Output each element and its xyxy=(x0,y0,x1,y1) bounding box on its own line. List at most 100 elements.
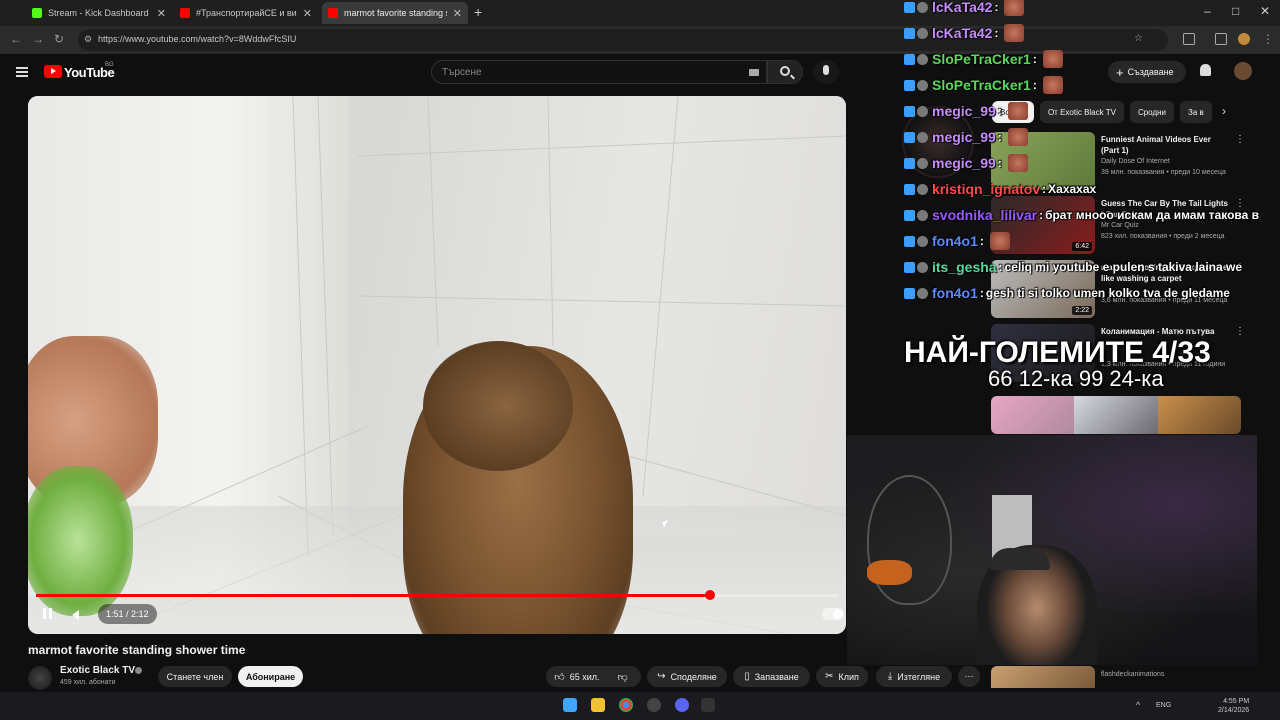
chat-message: lcKaTa42: xyxy=(904,0,1025,20)
video-thumbnail[interactable] xyxy=(991,666,1095,688)
subscriber-badge-icon xyxy=(904,287,915,299)
user-badge-icon xyxy=(917,157,928,169)
chat-emote-icon xyxy=(1042,50,1063,68)
chat-text: брат мнооо искам да имам такова в xyxy=(1045,208,1260,222)
channel-name[interactable]: Exotic Black TV xyxy=(60,665,135,676)
volume-icon[interactable] xyxy=(70,607,86,623)
keyboard-icon[interactable] xyxy=(749,69,759,76)
hamburger-menu-icon[interactable] xyxy=(16,67,28,77)
pause-icon[interactable] xyxy=(40,606,54,622)
youtube-logo-icon[interactable] xyxy=(44,65,62,78)
webcam-cap xyxy=(990,548,1050,570)
youtube-icon xyxy=(328,8,338,18)
chat-username: megic_99 xyxy=(932,129,996,145)
subscriber-badge-icon xyxy=(904,157,915,169)
tab-title: marmot favorite standing s xyxy=(344,8,447,18)
tab-kick-dashboard[interactable]: Stream - Kick Dashboard ✕ xyxy=(26,2,172,24)
shorts-thumbnail-row[interactable] xyxy=(991,396,1241,434)
voice-search-button[interactable] xyxy=(813,60,839,84)
close-tab-icon[interactable]: ✕ xyxy=(453,7,462,20)
search-input[interactable]: Търсене xyxy=(431,60,767,84)
chat-username: fon4o1 xyxy=(932,285,978,301)
user-badge-icon xyxy=(917,1,928,13)
chat-message: SloPeTraCker1: xyxy=(904,46,1063,72)
obs-icon[interactable] xyxy=(647,698,661,712)
video-duration: 2:22 xyxy=(1072,306,1092,315)
back-icon[interactable]: ← xyxy=(10,32,22,46)
site-info-icon[interactable]: ⚙ xyxy=(84,34,92,45)
chat-message: kristiqn_ignatov: Хахахах xyxy=(904,176,1096,202)
like-icon[interactable]: 👍︎ xyxy=(554,671,564,683)
language-indicator[interactable]: ENG xyxy=(1156,702,1171,709)
close-tab-icon[interactable]: ✕ xyxy=(303,7,312,20)
chat-text: gesh ti si tolko umen kolko tva de gleda… xyxy=(985,286,1230,300)
search-placeholder: Търсене xyxy=(442,67,482,78)
close-tab-icon[interactable]: ✕ xyxy=(157,7,166,20)
chat-username: lcKaTa42 xyxy=(932,25,993,41)
bookmark-icon: ▯ xyxy=(744,671,750,682)
url-text[interactable]: https://www.youtube.com/watch?v=8WddwFfc… xyxy=(98,34,296,44)
channel-avatar[interactable] xyxy=(28,666,52,690)
kebab-menu-icon[interactable]: ⋮ xyxy=(1235,326,1245,337)
chat-separator: : xyxy=(1032,78,1037,92)
chat-message: megic_99: xyxy=(904,98,1028,124)
discord-icon[interactable] xyxy=(675,698,689,712)
chat-username: kristiqn_ignatov xyxy=(932,181,1041,197)
windows-start-icon[interactable] xyxy=(563,698,577,712)
kick-icon xyxy=(32,8,42,18)
user-badge-icon xyxy=(917,105,928,117)
webcam-hanging-chair xyxy=(867,475,952,605)
new-tab-icon[interactable]: + xyxy=(474,4,482,20)
file-explorer-icon[interactable] xyxy=(591,698,605,712)
join-button[interactable]: Станете член xyxy=(158,666,232,687)
subscriber-badge-icon xyxy=(904,183,915,195)
shorts-thumbnail[interactable] xyxy=(1157,396,1241,434)
reload-icon[interactable]: ↻ xyxy=(54,32,64,46)
recommendation-channel[interactable]: flashdeckanimations xyxy=(1101,671,1164,678)
download-button[interactable]: ⤓ Изтегляне xyxy=(876,666,952,687)
subscriber-badge-icon xyxy=(904,209,915,221)
user-badge-icon xyxy=(917,79,928,91)
user-badge-icon xyxy=(917,235,928,247)
chat-message: fon4o1: xyxy=(904,228,1010,254)
search-button[interactable] xyxy=(767,60,803,84)
progress-bar[interactable] xyxy=(36,590,838,600)
tab-transport[interactable]: #ТранспортирайСЕ и вижкак ✕ xyxy=(174,2,318,24)
chat-emote-icon xyxy=(1004,0,1025,16)
subscriber-badge-icon xyxy=(904,27,915,39)
share-label: Споделяне xyxy=(670,671,717,682)
chat-message: lcKaTa42: xyxy=(904,20,1025,46)
tab-title: #ТранспортирайСЕ и вижкак xyxy=(196,8,297,18)
subscribe-button[interactable]: Абониране xyxy=(238,666,303,687)
chat-message: svodnika_lilivar: брат мнооо искам да има… xyxy=(904,202,1259,228)
save-button[interactable]: ▯ Запазване xyxy=(733,666,810,687)
progress-fill xyxy=(36,594,710,597)
chat-emote-icon xyxy=(1007,102,1028,120)
chat-emote-icon xyxy=(989,232,1010,250)
shorts-thumbnail[interactable] xyxy=(1074,396,1158,434)
user-badge-icon xyxy=(917,53,928,65)
chat-text: Хахахах xyxy=(1048,182,1097,196)
tab-marmot-video[interactable]: marmot favorite standing s ✕ xyxy=(322,2,468,24)
terminal-icon[interactable] xyxy=(701,698,715,712)
like-count[interactable]: 65 хил. xyxy=(570,672,600,682)
chat-emote-icon xyxy=(1007,128,1028,146)
share-button[interactable]: ↪ Споделяне xyxy=(647,666,727,687)
clock[interactable]: 4:55 PM 2/14/2026 xyxy=(1218,697,1249,715)
chevron-up-icon[interactable]: ^ xyxy=(1136,700,1140,710)
forward-icon[interactable]: → xyxy=(32,32,44,46)
chat-message: its_gesha: celiq mi youtube e pulen s tak… xyxy=(904,254,1242,280)
subscriber-count: 459 хил. абонати xyxy=(60,679,116,686)
chrome-icon[interactable] xyxy=(619,698,633,712)
dislike-icon[interactable]: 👎︎ xyxy=(618,671,628,683)
video-player[interactable]: 1:51 / 2:12 xyxy=(28,96,846,634)
shorts-thumbnail[interactable] xyxy=(991,396,1075,434)
more-actions-icon[interactable]: ⋯ xyxy=(958,666,980,687)
chat-separator: : xyxy=(1032,52,1037,66)
user-badge-icon xyxy=(917,261,928,273)
save-label: Запазване xyxy=(754,671,799,682)
share-icon: ↪ xyxy=(657,671,666,682)
progress-scrubber[interactable] xyxy=(704,590,715,600)
autoplay-toggle[interactable] xyxy=(822,608,844,620)
clip-button[interactable]: ✂ Клип xyxy=(816,666,868,687)
